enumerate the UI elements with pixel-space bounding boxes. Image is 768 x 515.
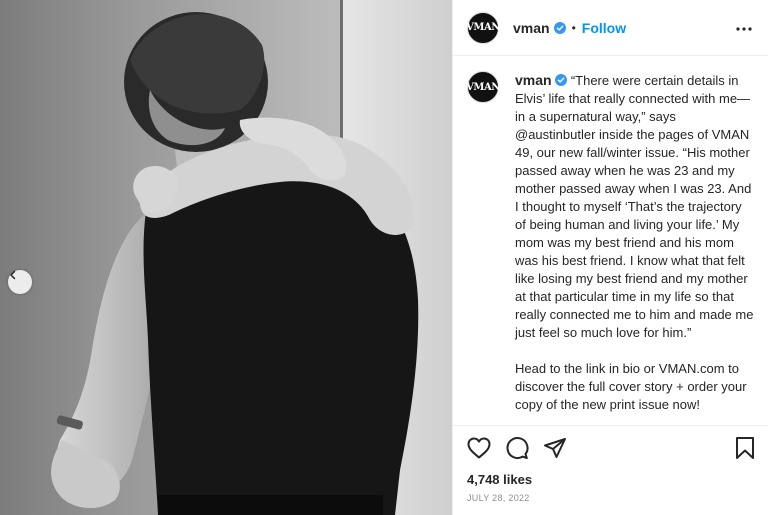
post-caption: VMAN vman “There were certain details in…: [453, 57, 768, 425]
username[interactable]: vman: [513, 20, 550, 36]
caption-verified-badge-icon: [555, 74, 568, 86]
separator-dot: •: [571, 20, 576, 35]
post-actions: 4,748 likes JULY 28, 2022: [453, 425, 768, 515]
paper-plane-icon[interactable]: [543, 436, 567, 460]
post-header: VMAN vman • Follow: [453, 0, 768, 56]
follow-button[interactable]: Follow: [582, 20, 626, 36]
caption-body: vman “There were certain details in Elvi…: [515, 71, 755, 414]
likes-count[interactable]: 4,748 likes: [467, 472, 755, 487]
carousel-prev-button[interactable]: [8, 270, 32, 294]
photo-illustration: [51, 0, 452, 515]
more-options-icon[interactable]: [736, 18, 752, 36]
caption-avatar[interactable]: VMAN: [466, 71, 500, 103]
post-photo[interactable]: [0, 0, 452, 515]
caption-paragraph-1: vman “There were certain details in Elvi…: [515, 71, 755, 342]
caption-username[interactable]: vman: [515, 72, 552, 88]
chevron-left-icon: [10, 270, 16, 280]
verified-badge-icon: [553, 21, 566, 34]
bookmark-icon[interactable]: [735, 436, 755, 460]
caption-text-1: “There were certain details in Elvis’ li…: [515, 73, 754, 340]
post-date[interactable]: JULY 28, 2022: [467, 493, 755, 503]
comment-icon[interactable]: [505, 436, 529, 460]
avatar[interactable]: VMAN: [466, 11, 500, 44]
heart-icon[interactable]: [467, 437, 491, 459]
post-sidebar: VMAN vman • Follow VMAN vman “There were…: [452, 0, 768, 515]
action-icons: [467, 434, 755, 462]
caption-paragraph-2: Head to the link in bio or VMAN.com to d…: [515, 361, 747, 412]
